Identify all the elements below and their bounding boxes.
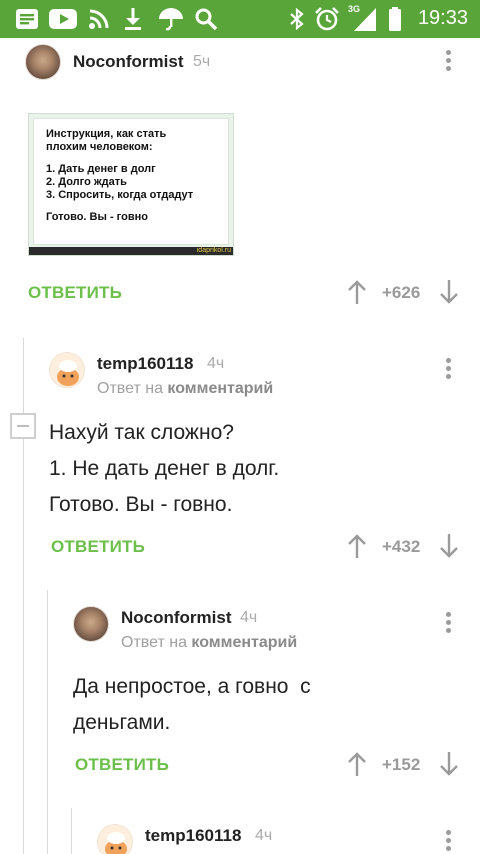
more-options-icon[interactable]	[442, 50, 454, 74]
reply-button[interactable]: ОТВЕТИТЬ	[28, 283, 122, 303]
reply-to-link[interactable]: комментарий	[167, 380, 273, 397]
image-text-block: Инструкция, как стать плохим человеком: …	[33, 118, 229, 245]
reply-to-label: Ответ на комментарий	[97, 380, 273, 398]
youtube-icon	[48, 6, 78, 32]
comment-author[interactable]: temp160118	[145, 826, 241, 846]
bluetooth-icon	[288, 6, 306, 32]
comment-author[interactable]: Noconformist	[121, 608, 232, 628]
status-bar: 3G 19:33	[0, 0, 480, 38]
image-watermark: idaprikol.ru	[196, 247, 231, 254]
download-icon	[122, 6, 144, 32]
image-step: 1. Дать денег в долг	[46, 163, 156, 175]
upvote-arrow-icon[interactable]	[346, 279, 368, 305]
downvote-arrow-icon[interactable]	[438, 533, 460, 559]
notes-icon	[14, 6, 40, 32]
reply-button[interactable]: ОТВЕТИТЬ	[75, 755, 169, 775]
comment-text: Нахуй так сложно? 1. Не дать денег в дол…	[49, 415, 279, 523]
avatar[interactable]	[73, 606, 109, 642]
comment-text: Да непростое, а говно с деньгами.	[73, 669, 311, 741]
avatar[interactable]	[49, 352, 85, 388]
comment-text-line: Да непростое, а говно с	[73, 675, 311, 698]
more-options-icon[interactable]	[442, 830, 454, 854]
image-step: 2. Долго ждать	[46, 176, 127, 188]
reply-button[interactable]: ОТВЕТИТЬ	[51, 537, 145, 557]
comment-text-line: 1. Не дать денег в долг.	[49, 457, 280, 480]
comment-time: 4ч	[207, 355, 225, 372]
battery-icon	[388, 6, 402, 32]
image-heading-line: плохим человеком:	[46, 141, 153, 153]
reply-to-prefix: Ответ на	[97, 380, 163, 397]
clock: 19:33	[417, 7, 468, 29]
comment-image[interactable]: Инструкция, как стать плохим человеком: …	[28, 113, 234, 256]
comment-score: +626	[382, 283, 421, 302]
reply-to-label: Ответ на комментарий	[121, 634, 297, 652]
comment-author[interactable]: temp160118	[97, 354, 193, 374]
comment-time: 4ч	[255, 827, 273, 844]
more-options-icon[interactable]	[442, 358, 454, 382]
comment-text-line: деньгами.	[73, 711, 171, 734]
comment-text-line: Нахуй так сложно?	[49, 421, 234, 444]
thread-line	[71, 808, 72, 854]
comment-time: 5ч	[193, 53, 211, 70]
search-icon	[194, 6, 218, 32]
avatar[interactable]	[25, 44, 61, 80]
comment-time: 4ч	[240, 609, 258, 626]
comment-author[interactable]: Noconformist	[73, 52, 184, 72]
image-step: 3. Спросить, когда отдадут	[46, 189, 194, 201]
comment-score: +432	[382, 537, 421, 556]
comment-score: +152	[382, 755, 421, 774]
comments-screen: 3G 19:33 Noconformist 5ч Инструкция, как…	[0, 0, 480, 854]
collapse-thread-button[interactable]	[10, 413, 36, 439]
umbrella-icon	[158, 6, 184, 32]
thread-line	[47, 590, 48, 854]
downvote-arrow-icon[interactable]	[438, 279, 460, 305]
upvote-arrow-icon[interactable]	[346, 533, 368, 559]
image-final-line: Готово. Вы - говно	[46, 211, 148, 223]
reply-to-link[interactable]: комментарий	[191, 634, 297, 651]
more-options-icon[interactable]	[442, 612, 454, 636]
reply-to-prefix: Ответ на	[121, 634, 187, 651]
avatar[interactable]	[97, 824, 133, 854]
alarm-icon	[314, 6, 340, 32]
comment-text-line: Готово. Вы - говно.	[49, 493, 233, 516]
image-heading-line: Инструкция, как стать	[46, 128, 167, 140]
rss-icon	[88, 6, 110, 32]
network-type-label: 3G	[348, 4, 361, 14]
downvote-arrow-icon[interactable]	[438, 751, 460, 777]
upvote-arrow-icon[interactable]	[346, 751, 368, 777]
